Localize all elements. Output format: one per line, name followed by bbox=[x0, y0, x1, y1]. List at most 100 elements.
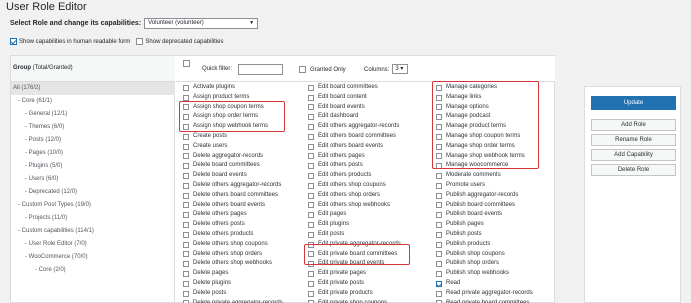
capability-item[interactable]: Delete others shop webhooks bbox=[183, 259, 283, 269]
capability-checkbox[interactable] bbox=[183, 192, 189, 199]
capability-item[interactable]: Delete others posts bbox=[183, 220, 283, 230]
capability-item[interactable]: Edit others pages bbox=[308, 152, 401, 162]
capability-item[interactable]: Edit others aggregator-records bbox=[308, 122, 401, 132]
capability-checkbox[interactable] bbox=[436, 231, 442, 238]
capability-checkbox[interactable] bbox=[183, 212, 189, 219]
capability-checkbox[interactable] bbox=[436, 261, 442, 268]
capability-checkbox[interactable] bbox=[183, 153, 189, 160]
capability-item[interactable]: Activate plugins bbox=[183, 83, 283, 93]
group-item[interactable]: - User Role Editor (7/0) bbox=[11, 238, 175, 251]
add-role-button[interactable]: Add Role bbox=[591, 119, 676, 131]
capability-checkbox[interactable] bbox=[183, 231, 189, 238]
capability-item[interactable]: Publish shop orders bbox=[436, 259, 533, 269]
option-human-readable[interactable]: Show capabilities in human readable form bbox=[10, 38, 130, 45]
capability-item[interactable]: Edit board committees bbox=[308, 83, 401, 93]
capability-checkbox[interactable] bbox=[436, 271, 442, 278]
capability-item[interactable]: Edit private products bbox=[308, 289, 401, 299]
capability-item[interactable]: Publish pages bbox=[436, 220, 533, 230]
capability-checkbox[interactable] bbox=[308, 222, 314, 229]
capability-item[interactable]: Moderate comments bbox=[436, 171, 533, 181]
group-item[interactable]: - Custom Post Types (19/0) bbox=[11, 199, 175, 212]
group-item[interactable]: - Projects (11/0) bbox=[11, 212, 175, 225]
capability-checkbox[interactable] bbox=[308, 94, 314, 101]
capability-item[interactable]: Edit pages bbox=[308, 210, 401, 220]
deprecated-checkbox[interactable] bbox=[136, 38, 144, 45]
capability-checkbox[interactable] bbox=[308, 124, 314, 131]
capability-checkbox[interactable] bbox=[308, 182, 314, 189]
capability-checkbox[interactable] bbox=[183, 280, 189, 287]
capability-checkbox[interactable] bbox=[436, 290, 442, 297]
capability-item[interactable]: Promote users bbox=[436, 181, 533, 191]
capability-item[interactable]: Edit dashboard bbox=[308, 112, 401, 122]
capability-item[interactable]: Edit posts bbox=[308, 230, 401, 240]
capability-item[interactable]: Read bbox=[436, 279, 533, 289]
capability-checkbox[interactable] bbox=[183, 84, 189, 91]
capability-checkbox[interactable] bbox=[183, 94, 189, 101]
capability-item[interactable]: Create posts bbox=[183, 132, 283, 142]
capability-checkbox[interactable] bbox=[183, 271, 189, 278]
capability-checkbox[interactable] bbox=[436, 173, 442, 180]
capability-checkbox[interactable] bbox=[308, 173, 314, 180]
capability-item[interactable]: Publish products bbox=[436, 240, 533, 250]
capability-item[interactable]: Read private board committees bbox=[436, 299, 533, 303]
capability-item[interactable]: Publish posts bbox=[436, 230, 533, 240]
capability-item[interactable]: Edit others board committees bbox=[308, 132, 401, 142]
granted-only-checkbox[interactable] bbox=[299, 66, 306, 73]
select-all-checkbox[interactable] bbox=[183, 60, 190, 67]
capability-item[interactable]: Read private aggregator-records bbox=[436, 289, 533, 299]
capability-checkbox[interactable] bbox=[308, 271, 314, 278]
columns-select[interactable]: 3 ▾ bbox=[392, 64, 409, 74]
capability-checkbox[interactable] bbox=[308, 133, 314, 140]
capability-item[interactable]: Delete others board committees bbox=[183, 191, 283, 201]
capability-item[interactable]: Create users bbox=[183, 142, 283, 152]
capability-checkbox[interactable] bbox=[436, 202, 442, 209]
group-item[interactable]: - Core (2/0) bbox=[11, 264, 175, 277]
capability-checkbox[interactable] bbox=[183, 143, 189, 150]
capability-checkbox[interactable] bbox=[308, 163, 314, 170]
capability-item[interactable]: Edit others posts bbox=[308, 161, 401, 171]
capability-checkbox[interactable] bbox=[183, 133, 189, 140]
capability-checkbox[interactable] bbox=[308, 231, 314, 238]
capability-checkbox[interactable] bbox=[308, 202, 314, 209]
capability-item[interactable]: Edit others board events bbox=[308, 142, 401, 152]
capability-item[interactable]: Edit private posts bbox=[308, 279, 401, 289]
group-item[interactable]: - Plugins (5/0) bbox=[11, 160, 175, 173]
group-item[interactable]: - Pages (10/0) bbox=[11, 147, 175, 160]
capability-item[interactable]: Delete plugins bbox=[183, 279, 283, 289]
add-capability-button[interactable]: Add Capability bbox=[591, 149, 676, 161]
capability-checkbox[interactable] bbox=[308, 143, 314, 150]
group-item[interactable]: - Deprecated (12/0) bbox=[11, 186, 175, 199]
capability-checkbox[interactable] bbox=[308, 84, 314, 91]
capability-checkbox[interactable] bbox=[183, 261, 189, 268]
capability-checkbox[interactable] bbox=[308, 280, 314, 287]
capability-checkbox[interactable] bbox=[436, 251, 442, 258]
rename-role-button[interactable]: Rename Role bbox=[591, 134, 676, 146]
group-item[interactable]: - Core (61/1) bbox=[11, 95, 175, 108]
capability-item[interactable]: Delete aggregator-records bbox=[183, 152, 283, 162]
capability-checkbox[interactable] bbox=[436, 280, 442, 287]
capability-item[interactable]: Delete board committees bbox=[183, 161, 283, 171]
capability-checkbox[interactable] bbox=[308, 290, 314, 297]
capability-item[interactable]: Edit board content bbox=[308, 93, 401, 103]
capability-checkbox[interactable] bbox=[308, 153, 314, 160]
human-readable-checkbox[interactable] bbox=[10, 38, 17, 45]
capability-checkbox[interactable] bbox=[183, 290, 189, 297]
capability-checkbox[interactable] bbox=[308, 212, 314, 219]
capability-checkbox[interactable] bbox=[436, 212, 442, 219]
capability-checkbox[interactable] bbox=[436, 241, 442, 248]
capability-checkbox[interactable] bbox=[308, 114, 314, 121]
capability-item[interactable]: Delete others aggregator-records bbox=[183, 181, 283, 191]
capability-checkbox[interactable] bbox=[436, 182, 442, 189]
capability-item[interactable]: Edit others shop orders bbox=[308, 191, 401, 201]
capability-item[interactable]: Edit board events bbox=[308, 103, 401, 113]
capability-item[interactable]: Delete pages bbox=[183, 269, 283, 279]
capability-checkbox[interactable] bbox=[436, 192, 442, 199]
capability-item[interactable]: Edit others products bbox=[308, 171, 401, 181]
capability-item[interactable]: Delete others shop coupons bbox=[183, 240, 283, 250]
capability-checkbox[interactable] bbox=[183, 163, 189, 170]
role-select[interactable]: Volunteer (volunteer) ▼ bbox=[144, 18, 259, 29]
capability-item[interactable]: Delete others products bbox=[183, 230, 283, 240]
capability-item[interactable]: Delete board events bbox=[183, 171, 283, 181]
group-item[interactable]: - Themes (6/0) bbox=[11, 121, 175, 134]
capability-item[interactable]: Delete others pages bbox=[183, 210, 283, 220]
